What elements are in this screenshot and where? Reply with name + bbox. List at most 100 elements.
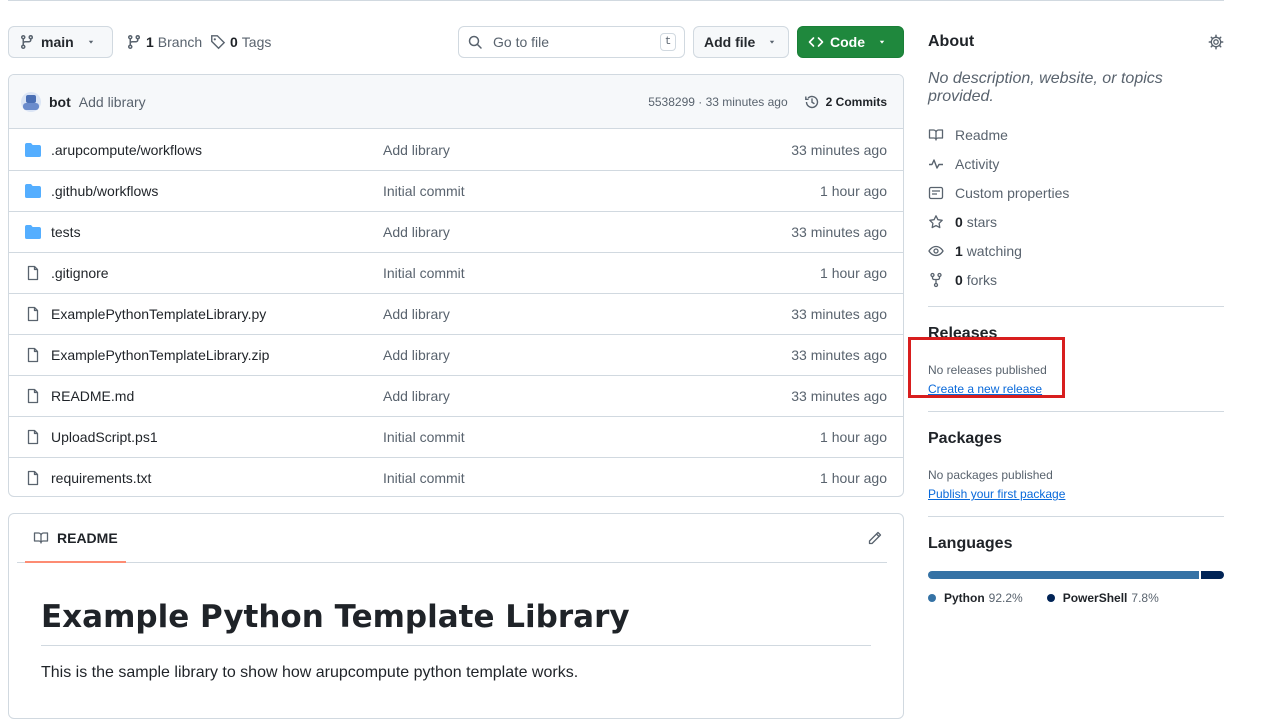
forks-count: 0 [955,271,963,288]
file-commit-age: 33 minutes ago [791,306,887,322]
file-row[interactable]: README.md Add library 33 minutes ago [9,375,903,416]
tags-link[interactable]: 0 Tags [210,26,271,58]
file-name[interactable]: requirements.txt [51,470,383,486]
file-commit-age: 1 hour ago [820,183,887,199]
stars-link[interactable]: 0 stars [928,207,1224,236]
file-row[interactable]: .gitignore Initial commit 1 hour ago [9,252,903,293]
readme-link-label: Readme [955,126,1008,143]
file-name[interactable]: ExamplePythonTemplateLibrary.py [51,306,383,322]
book-icon [928,128,944,141]
file-row[interactable]: tests Add library 33 minutes ago [9,211,903,252]
git-branch-icon [127,35,140,50]
commit-author[interactable]: bot [49,94,71,110]
chevron-down-icon [879,40,885,44]
git-branch-icon [20,35,33,50]
file-icon [27,306,39,322]
languages-heading: Languages [928,535,1013,552]
file-name[interactable]: .gitignore [51,265,383,281]
file-row[interactable]: ExamplePythonTemplateLibrary.py Add libra… [9,293,903,334]
tags-label: Tags [241,34,272,50]
file-commit-message[interactable]: Add library [383,306,791,322]
forks-label: forks [966,271,998,288]
language-item[interactable]: Python 92.2% [928,591,1023,605]
readme-link[interactable]: Readme [928,120,1224,149]
file-name[interactable]: .arupcompute/workflows [51,142,383,158]
file-commit-message[interactable]: Initial commit [383,183,820,199]
language-color-dot [928,594,936,602]
readme-paragraph: This is the sample library to show how a… [41,664,579,681]
stars-count: 0 [955,213,963,230]
forks-link[interactable]: 0 forks [928,265,1224,294]
keyboard-shortcut-hint: t [660,33,676,51]
watching-label: watching [966,242,1022,259]
file-commit-message[interactable]: Add library [383,142,791,158]
readme-title: Example Python Template Library [41,599,871,646]
tab-readme[interactable]: README [25,514,126,563]
branches-count: 1 [146,34,154,50]
search-input[interactable] [491,33,652,51]
file-commit-message[interactable]: Add library [383,224,791,240]
fork-icon [930,272,942,287]
file-commit-message[interactable]: Add library [383,347,791,363]
file-commit-age: 33 minutes ago [791,388,887,404]
tags-count: 0 [230,34,238,50]
stars-label: stars [966,213,998,230]
file-browser: bot Add library 5538299 · 33 minutes ago… [8,74,904,497]
activity-link[interactable]: Activity [928,149,1224,178]
language-name: Python [944,591,985,605]
about-description: No description, website, or topics provi… [928,70,1163,105]
file-name[interactable]: .github/workflows [51,183,383,199]
branches-link[interactable]: 1 Branch [126,26,202,58]
file-commit-message[interactable]: Initial commit [383,470,820,486]
avatar[interactable] [21,91,41,112]
file-commit-age: 33 minutes ago [791,224,887,240]
file-row[interactable]: .github/workflows Initial commit 1 hour ag… [9,170,903,211]
branch-selector-button[interactable]: main [8,26,113,58]
custom-properties-link[interactable]: Custom properties [928,178,1224,207]
language-item[interactable]: PowerShell 7.8% [1046,591,1159,605]
file-list: .arupcompute/workflows Add library 33 minu… [9,129,903,496]
readme-tab-label: README [57,529,118,546]
repo-sidebar: About No description, website, or topics… [928,26,1224,605]
go-to-file-search[interactable]: t [458,26,685,58]
code-icon [808,37,824,47]
code-button[interactable]: Code [797,26,904,58]
file-row[interactable]: requirements.txt Initial commit 1 hour ago [9,457,903,496]
commit-hash-time[interactable]: 5538299 · 33 minutes ago [648,95,787,109]
file-commit-message[interactable]: Initial commit [383,265,820,281]
file-name[interactable]: README.md [51,388,383,404]
search-icon [468,35,482,49]
history-icon [804,95,818,108]
commit-message[interactable]: Add library [79,94,146,110]
file-icon [27,429,39,445]
watching-link[interactable]: 1 watching [928,236,1224,265]
gear-icon[interactable] [1208,34,1224,50]
readme-header: README [17,514,887,563]
edit-readme-button[interactable] [867,530,883,549]
file-commit-message[interactable]: Add library [383,388,791,404]
branch-name: main [41,34,74,50]
tag-icon [211,35,226,50]
file-row[interactable]: UploadScript.ps1 Initial commit 1 hour ago [9,416,903,457]
file-icon [27,265,39,281]
file-name[interactable]: UploadScript.ps1 [51,429,383,445]
folder-icon [25,225,41,239]
file-name[interactable]: ExamplePythonTemplateLibrary.zip [51,347,383,363]
packages-heading[interactable]: Packages [928,430,1224,448]
highlight-box [908,337,1065,398]
file-row[interactable]: ExamplePythonTemplateLibrary.zip Add libr… [9,334,903,375]
commits-history-link[interactable]: 2 Commits [804,94,887,110]
file-commit-message[interactable]: Initial commit [383,429,820,445]
pencil-icon [868,531,882,545]
add-file-button[interactable]: Add file [693,26,789,58]
language-percent: 92.2% [988,591,1023,605]
book-icon [33,531,49,544]
activity-label: Activity [955,155,1000,172]
file-row[interactable]: .arupcompute/workflows Add library 33 minu… [9,129,903,170]
file-commit-age: 33 minutes ago [791,141,887,158]
publish-package-link[interactable]: Publish your first package [928,487,1224,501]
language-name: PowerShell [1062,591,1128,605]
language-legend: Python 92.2% PowerShell 7.8% [928,591,1224,605]
file-name[interactable]: tests [51,224,383,240]
folder-icon [25,142,41,157]
